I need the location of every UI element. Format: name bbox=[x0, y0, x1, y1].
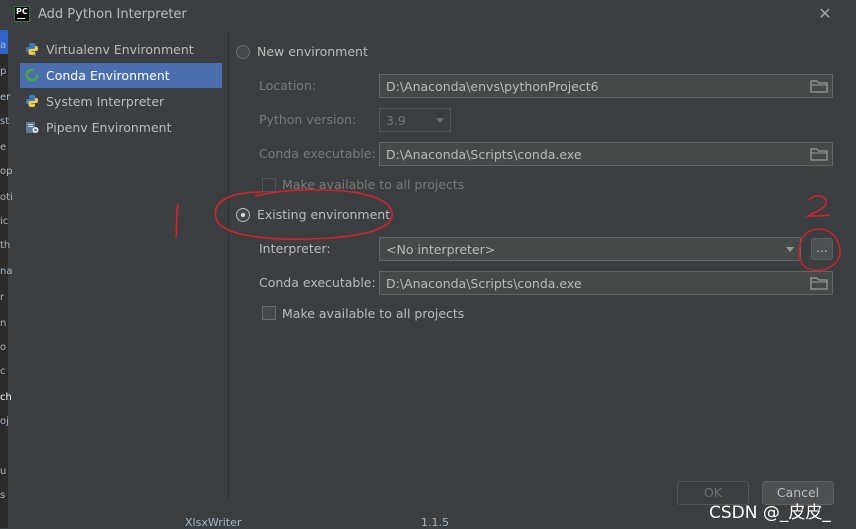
browse-interpreter-button[interactable]: ... bbox=[811, 238, 833, 260]
new-env-make-available-checkbox[interactable] bbox=[262, 178, 276, 192]
bg-text: ch bbox=[0, 392, 12, 403]
existing-conda-executable-label: Conda executable: bbox=[259, 275, 376, 290]
bg-text: st bbox=[0, 116, 10, 127]
bg-package-name: XlsxWriter bbox=[185, 516, 242, 529]
bg-text: op bbox=[0, 166, 13, 177]
sidebar-item-system[interactable]: System Interpreter bbox=[20, 89, 222, 114]
sidebar-item-label: Conda Environment bbox=[46, 68, 170, 83]
existing-env-make-available-checkbox[interactable] bbox=[262, 306, 276, 320]
bg-text: r bbox=[0, 292, 5, 303]
watermark: CSDN @_皮皮_ bbox=[709, 503, 831, 523]
bg-text: c bbox=[0, 366, 6, 377]
existing-conda-executable-field[interactable]: D:\Anaconda\Scripts\conda.exe bbox=[379, 271, 833, 295]
sidebar-item-label: Virtualenv Environment bbox=[46, 42, 194, 57]
background-ide-strip: a p er st e op oti ic th na r n o c ch o… bbox=[0, 30, 13, 528]
python-icon bbox=[26, 95, 38, 107]
bg-text: s bbox=[0, 490, 6, 501]
bg-text: o bbox=[0, 342, 7, 353]
python-version-select[interactable]: 3.9 bbox=[379, 108, 451, 132]
folder-icon[interactable] bbox=[809, 146, 829, 162]
sidebar-item-label: System Interpreter bbox=[46, 94, 165, 109]
existing-conda-executable-value: D:\Anaconda\Scripts\conda.exe bbox=[386, 276, 582, 291]
interpreter-select[interactable]: <No interpreter> bbox=[379, 237, 801, 261]
bg-text: ic bbox=[0, 216, 9, 227]
bg-text: a bbox=[0, 40, 7, 51]
location-label: Location: bbox=[259, 78, 317, 93]
conda-executable-label: Conda executable: bbox=[259, 146, 376, 161]
bg-text: p bbox=[0, 66, 7, 77]
bg-text: na bbox=[0, 266, 13, 277]
annotation-mark-2 bbox=[804, 194, 831, 217]
python-venv-icon: v bbox=[26, 43, 38, 56]
sidebar-item-virtualenv[interactable]: v Virtualenv Environment bbox=[20, 37, 222, 62]
close-icon[interactable]: ✕ bbox=[815, 4, 835, 24]
python-version-value: 3.9 bbox=[386, 113, 406, 128]
pycharm-logo-icon: PC bbox=[14, 6, 30, 22]
interpreter-label: Interpreter: bbox=[259, 241, 331, 256]
conda-icon bbox=[25, 68, 39, 82]
location-field[interactable]: D:\Anaconda\envs\pythonProject6 bbox=[379, 74, 833, 98]
bg-text: u bbox=[0, 466, 7, 477]
bg-text: e bbox=[0, 142, 7, 153]
existing-environment-radio[interactable] bbox=[236, 208, 250, 222]
sidebar-divider bbox=[228, 30, 229, 500]
python-version-label: Python version: bbox=[259, 112, 357, 127]
sidebar-item-label: Pipenv Environment bbox=[46, 120, 172, 135]
svg-text:v: v bbox=[33, 51, 37, 56]
chevron-down-icon bbox=[436, 118, 444, 123]
bg-text: er bbox=[0, 92, 11, 103]
sidebar-item-pipenv[interactable]: Pipenv Environment bbox=[20, 115, 222, 140]
pipenv-icon bbox=[26, 122, 39, 133]
existing-env-make-available-label: Make available to all projects bbox=[282, 306, 465, 321]
title-bar: PC Add Python Interpreter ✕ bbox=[0, 0, 856, 30]
annotation-mark-1 bbox=[175, 203, 179, 239]
existing-environment-label: Existing environment bbox=[257, 207, 391, 222]
background-package-row: XlsxWriter 1.1.5 bbox=[180, 516, 480, 529]
bg-text: oti bbox=[0, 192, 13, 203]
conda-executable-field[interactable]: D:\Anaconda\Scripts\conda.exe bbox=[379, 142, 833, 166]
folder-icon[interactable] bbox=[809, 275, 829, 291]
interpreter-type-list: v Virtualenv Environment Conda Environme… bbox=[20, 36, 222, 166]
location-value: D:\Anaconda\envs\pythonProject6 bbox=[386, 79, 599, 94]
chevron-down-icon bbox=[786, 247, 794, 252]
sidebar-item-conda[interactable]: Conda Environment bbox=[20, 63, 222, 88]
app-icon-text: PC bbox=[16, 7, 28, 16]
bg-text: th bbox=[0, 240, 11, 251]
bg-package-version: 1.1.5 bbox=[421, 516, 449, 529]
interpreter-value: <No interpreter> bbox=[386, 242, 496, 257]
new-environment-radio[interactable] bbox=[236, 45, 250, 59]
new-env-make-available-label: Make available to all projects bbox=[282, 177, 465, 192]
bg-text: oj bbox=[0, 416, 9, 427]
conda-executable-value: D:\Anaconda\Scripts\conda.exe bbox=[386, 147, 582, 162]
window-title: Add Python Interpreter bbox=[38, 7, 187, 22]
bg-text: n bbox=[0, 318, 7, 329]
folder-icon[interactable] bbox=[809, 78, 829, 94]
new-environment-label: New environment bbox=[257, 44, 368, 59]
